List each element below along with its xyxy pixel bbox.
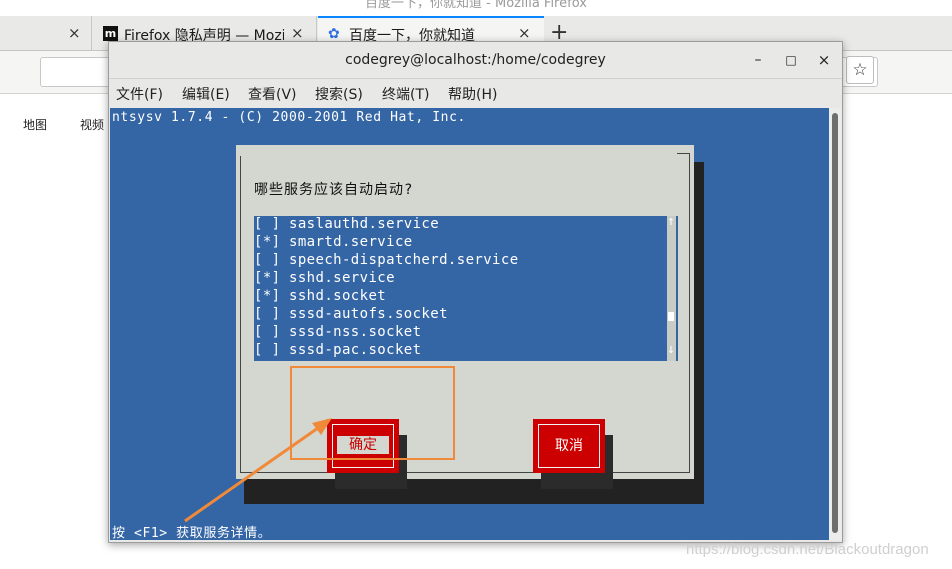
service-checkbox[interactable]: [*] xyxy=(254,234,281,250)
watermark-text: https://blog.csdn.net/Blackoutdragon xyxy=(686,541,929,558)
browser-window-title: 百度一下，你就知道 - Mozilla Firefox xyxy=(365,0,587,11)
maximize-icon[interactable]: □ xyxy=(780,49,802,71)
service-checkbox[interactable]: [ ] xyxy=(254,306,281,322)
tab-close-icon[interactable]: × xyxy=(518,24,531,42)
annotation-highlight-box xyxy=(290,366,455,460)
service-checkbox[interactable]: [ ] xyxy=(254,216,281,232)
service-row[interactable]: [*] smartd.service xyxy=(254,234,666,252)
service-checkbox[interactable]: [ ] xyxy=(254,342,281,358)
service-checkbox[interactable]: [*] xyxy=(254,288,281,304)
menu-view[interactable]: 查看(V) xyxy=(248,84,297,104)
service-row[interactable]: [*] sshd.service xyxy=(254,270,666,288)
dialog-frame-corner xyxy=(677,153,690,154)
service-checkbox[interactable]: [ ] xyxy=(254,324,281,340)
service-row[interactable]: [ ] sssd-pac.socket xyxy=(254,342,666,360)
bookmark-star-icon[interactable]: ☆ xyxy=(846,56,874,84)
ntsysv-header: ntsysv 1.7.4 - (C) 2000-2001 Red Hat, In… xyxy=(112,110,466,125)
terminal-menubar: 文件(F) 编辑(E) 查看(V) 搜索(S) 终端(T) 帮助(H) xyxy=(109,79,842,107)
service-name: saslauthd.service xyxy=(289,216,440,232)
menu-file[interactable]: 文件(F) xyxy=(116,84,163,104)
dialog-prompt: 哪些服务应该自动启动? xyxy=(254,182,414,198)
service-name: speech-dispatcherd.service xyxy=(289,252,519,268)
service-row[interactable]: [ ] sssd-nss.socket xyxy=(254,324,666,342)
scroll-up-icon[interactable]: ↑ xyxy=(667,214,675,229)
service-row[interactable]: [ ] sssd-autofs.socket xyxy=(254,306,666,324)
menu-help[interactable]: 帮助(H) xyxy=(448,84,497,104)
terminal-scroll-thumb[interactable] xyxy=(832,113,838,533)
service-name: smartd.service xyxy=(289,234,413,250)
dialog-frame-gap xyxy=(239,152,677,156)
link-video[interactable]: 视频 xyxy=(80,116,104,133)
service-checkbox[interactable]: [ ] xyxy=(254,252,281,268)
service-name: sssd-pac.socket xyxy=(289,342,422,358)
menu-terminal[interactable]: 终端(T) xyxy=(382,84,429,104)
service-list-scroll-thumb[interactable] xyxy=(668,312,674,321)
service-row[interactable]: [ ] saslauthd.service xyxy=(254,216,666,234)
terminal-titlebar[interactable]: codegrey@localhost:/home/codegrey – □ × xyxy=(109,42,842,79)
service-row[interactable]: [ ] speech-dispatcherd.service xyxy=(254,252,666,270)
link-map[interactable]: 地图 xyxy=(23,116,47,133)
service-checkbox[interactable]: [*] xyxy=(254,270,281,286)
tab-close-icon[interactable]: × xyxy=(68,24,81,42)
browser-tab-previous[interactable]: × xyxy=(0,16,92,50)
minimize-icon[interactable]: – xyxy=(747,49,769,71)
cancel-button[interactable]: 取消 xyxy=(533,419,605,473)
service-list-scrollbar[interactable] xyxy=(667,216,676,361)
help-status-line: 按 <F1> 获取服务详情。 xyxy=(112,526,272,540)
terminal-screen[interactable]: ntsysv 1.7.4 - (C) 2000-2001 Red Hat, In… xyxy=(110,108,829,540)
mozilla-m-icon: m xyxy=(103,26,118,41)
menu-search[interactable]: 搜索(S) xyxy=(315,84,363,104)
service-name: sssd-nss.socket xyxy=(289,324,422,340)
service-name: sshd.socket xyxy=(289,288,387,304)
service-list[interactable]: [ ] saslauthd.service [*] smartd.service… xyxy=(254,214,678,361)
terminal-scrollbar[interactable] xyxy=(829,108,841,540)
service-row[interactable]: [*] sshd.socket xyxy=(254,288,666,306)
baidu-paw-icon: ✿ xyxy=(328,26,340,42)
close-icon[interactable]: × xyxy=(813,49,835,71)
service-name: sshd.service xyxy=(289,270,395,286)
menu-edit[interactable]: 编辑(E) xyxy=(182,84,230,104)
service-name: sssd-autofs.socket xyxy=(289,306,448,322)
cancel-button-label: 取消 xyxy=(555,438,583,454)
terminal-title: codegrey@localhost:/home/codegrey xyxy=(345,52,606,68)
tab-close-icon[interactable]: × xyxy=(291,24,304,42)
terminal-window: codegrey@localhost:/home/codegrey – □ × … xyxy=(108,41,843,543)
scroll-down-icon[interactable]: ↓ xyxy=(667,342,675,357)
